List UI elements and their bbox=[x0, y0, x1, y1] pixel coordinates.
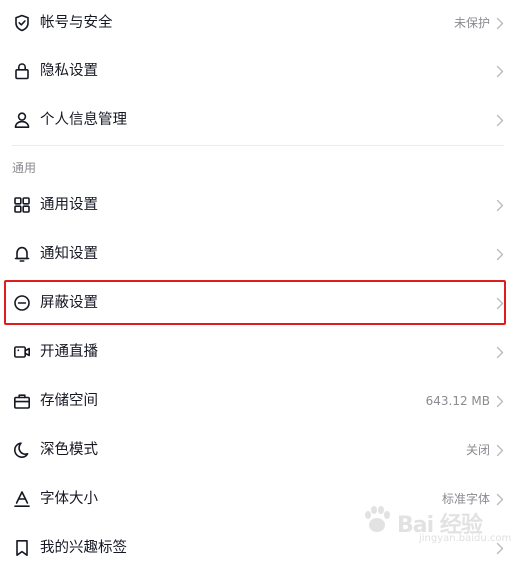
account-security-item[interactable]: 帐号与安全 未保护 bbox=[0, 0, 515, 46]
privacy-settings-item[interactable]: 隐私设置 bbox=[0, 48, 515, 94]
font-size-icon bbox=[12, 489, 32, 509]
chevron-right-icon bbox=[495, 443, 505, 457]
chevron-right-icon bbox=[495, 247, 505, 261]
chevron-right-icon bbox=[495, 345, 505, 359]
privacy-settings-label: 隐私设置 bbox=[40, 63, 98, 79]
moon-icon bbox=[12, 440, 32, 460]
person-icon bbox=[12, 110, 32, 130]
shield-check-icon bbox=[12, 13, 32, 33]
personal-info-label: 个人信息管理 bbox=[40, 112, 127, 128]
block-settings-label: 屏蔽设置 bbox=[40, 295, 98, 311]
grid-icon bbox=[12, 195, 32, 215]
live-stream-item[interactable]: 开通直播 bbox=[0, 329, 515, 375]
general-section-header: 通用 bbox=[12, 161, 37, 175]
chevron-right-icon bbox=[495, 541, 505, 555]
interest-tags-item[interactable]: 我的兴趣标签 bbox=[0, 525, 515, 571]
storage-size-value: 643.12 MB bbox=[425, 394, 490, 408]
video-camera-icon bbox=[12, 342, 32, 362]
storage-label: 存储空间 bbox=[40, 393, 98, 409]
chevron-right-icon bbox=[495, 113, 505, 127]
dark-mode-value: 关闭 bbox=[465, 443, 490, 457]
chevron-right-icon bbox=[495, 492, 505, 506]
general-settings-label: 通用设置 bbox=[40, 197, 98, 213]
lock-icon bbox=[12, 61, 32, 81]
storage-item[interactable]: 存储空间 643.12 MB bbox=[0, 378, 515, 424]
notification-settings-item[interactable]: 通知设置 bbox=[0, 231, 515, 277]
notification-settings-label: 通知设置 bbox=[40, 246, 98, 262]
account-security-status: 未保护 bbox=[453, 16, 490, 30]
dark-mode-label: 深色模式 bbox=[40, 442, 98, 458]
interest-tags-label: 我的兴趣标签 bbox=[40, 540, 127, 556]
dark-mode-item[interactable]: 深色模式 关闭 bbox=[0, 427, 515, 473]
chevron-right-icon bbox=[495, 394, 505, 408]
personal-info-item[interactable]: 个人信息管理 bbox=[0, 97, 515, 143]
bell-icon bbox=[12, 244, 32, 264]
font-size-value: 标准字体 bbox=[441, 492, 490, 506]
font-size-label: 字体大小 bbox=[40, 491, 98, 507]
chevron-right-icon bbox=[495, 296, 505, 310]
bookmark-icon bbox=[12, 538, 32, 558]
chevron-right-icon bbox=[495, 16, 505, 30]
block-icon bbox=[12, 293, 32, 313]
storage-box-icon bbox=[12, 391, 32, 411]
chevron-right-icon bbox=[495, 64, 505, 78]
general-settings-item[interactable]: 通用设置 bbox=[0, 182, 515, 228]
section-divider bbox=[12, 145, 504, 146]
live-stream-label: 开通直播 bbox=[40, 344, 98, 360]
chevron-right-icon bbox=[495, 198, 505, 212]
block-settings-item[interactable]: 屏蔽设置 bbox=[0, 280, 515, 326]
account-security-label: 帐号与安全 bbox=[40, 15, 113, 31]
font-size-item[interactable]: 字体大小 标准字体 bbox=[0, 476, 515, 522]
